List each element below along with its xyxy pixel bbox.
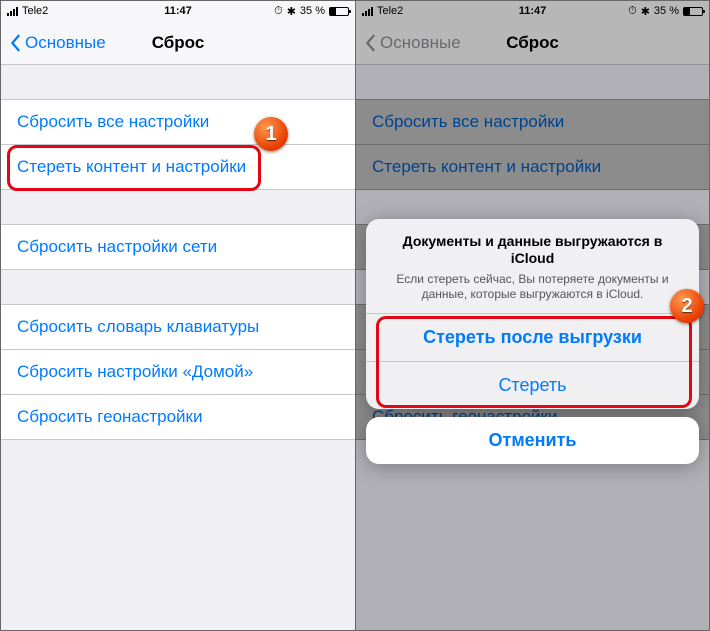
nav-bar: Основные Сброс [356,21,709,65]
row-reset-network[interactable]: Сбросить настройки сети [1,224,355,270]
row-erase-content[interactable]: Стереть контент и настройки [1,145,355,190]
row-reset-keyboard[interactable]: Сбросить словарь клавиатуры [1,304,355,350]
row-erase-content: Стереть контент и настройки [356,145,709,190]
nav-bar: Основные Сброс [1,21,355,65]
battery-icon [329,7,349,16]
row-reset-home[interactable]: Сбросить настройки «Домой» [1,350,355,395]
nav-title: Сброс [1,33,355,53]
row-reset-home: Сбросить настройки «Домой» [356,350,709,395]
row-reset-location[interactable]: Сбросить геонастройки [1,395,355,440]
step-marker-2: 2 [670,289,704,323]
row-reset-location: Сбросить геонастройки [356,395,709,440]
status-bar: Tele2 11:47 ⏱ ✱ 35 % [1,1,355,21]
row-reset-all: Сбросить все настройки [356,99,709,145]
step-marker-1: 1 [254,117,288,151]
alert-message: Если стереть сейчас, Вы потеряете докуме… [384,272,681,303]
phone-right: Tele2 11:47 ⏱ ✱ 35 % Основные Сброс Сбро… [355,1,709,630]
dual-screenshot: Tele2 11:47 ⏱ ✱ 35 % Основные Сброс Сбро… [1,1,709,630]
status-time: 11:47 [1,5,355,17]
row-reset-keyboard: Сбросить словарь клавиатуры [356,304,709,350]
row-reset-all[interactable]: Сбросить все настройки [1,99,355,145]
row-reset-network: Сбросить настройки сети [356,224,709,270]
phone-left: Tele2 11:47 ⏱ ✱ 35 % Основные Сброс Сбро… [1,1,355,630]
status-bar: Tele2 11:47 ⏱ ✱ 35 % [356,1,709,21]
status-time: 11:47 [356,5,709,17]
battery-icon [683,7,703,16]
nav-title: Сброс [356,33,709,53]
